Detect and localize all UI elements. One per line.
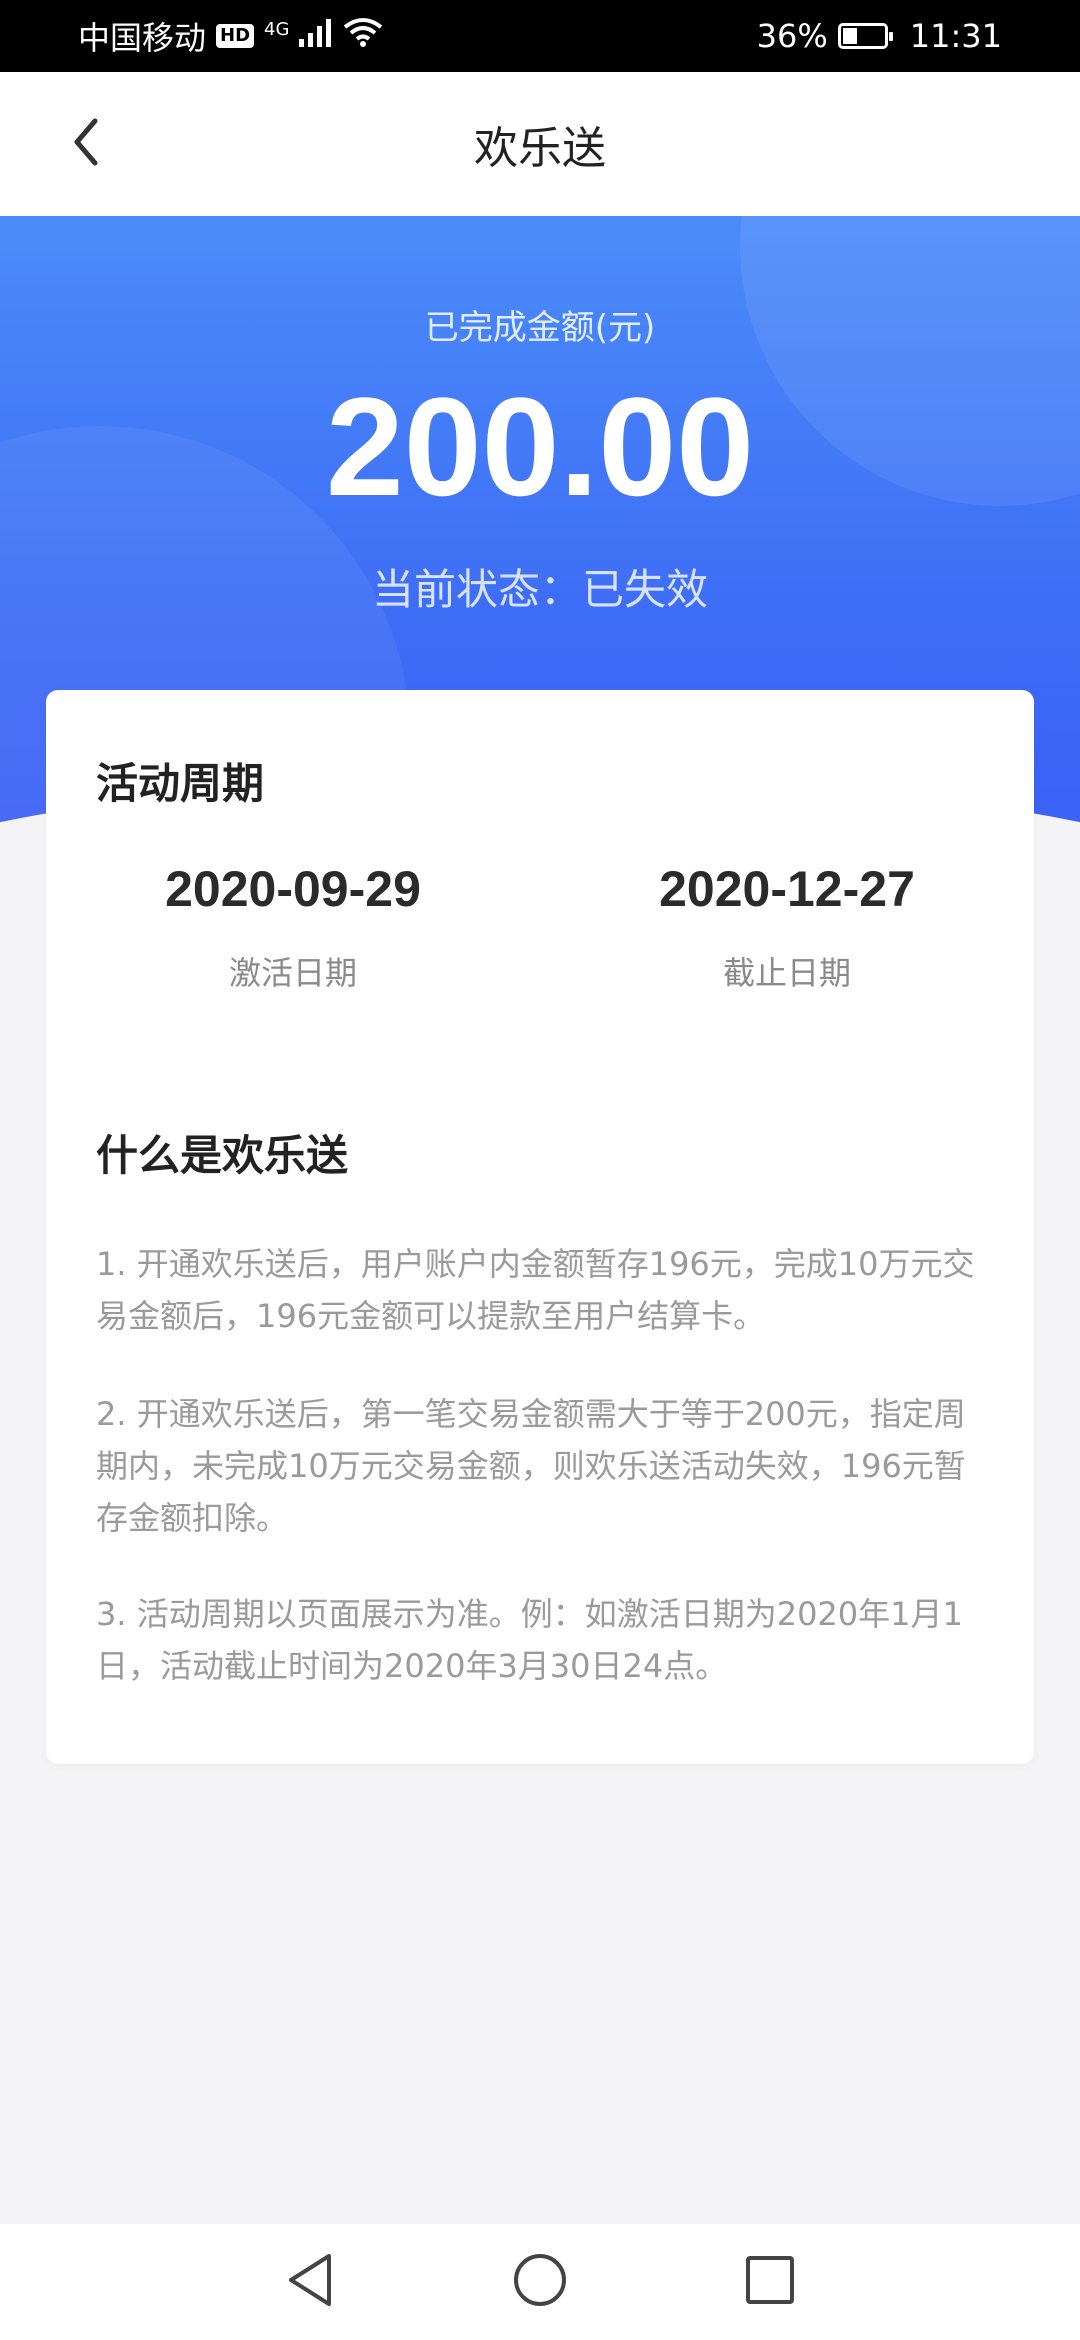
system-nav-bar: [0, 2224, 1080, 2340]
activity-dates: 2020-09-29 激活日期 2020-12-27 截止日期: [46, 860, 1034, 994]
chevron-left-icon: [71, 117, 101, 171]
status-left: 中国移动 HD 4G: [78, 13, 383, 59]
square-recents-icon: [744, 2254, 796, 2310]
activity-period-title: 活动周期: [96, 759, 265, 808]
deadline-date: 2020-12-27: [659, 861, 915, 917]
system-home-button[interactable]: [500, 2242, 580, 2322]
rule-item: 3. 活动周期以页面展示为准。例：如激活日期为2020年1月1日，活动截止时间为…: [96, 1595, 963, 1685]
carrier-label: 中国移动: [78, 19, 207, 57]
nav-bar: 欢乐送: [0, 72, 1080, 216]
system-recents-button[interactable]: [730, 2242, 810, 2322]
system-back-button[interactable]: [270, 2242, 350, 2322]
clock: 11:31: [909, 17, 1002, 55]
battery-percent: 36%: [756, 17, 828, 55]
rule-item: 2. 开通欢乐送后，第一笔交易金额需大于等于200元，指定周期内，未完成10万元…: [96, 1395, 966, 1537]
start-date-block: 2020-09-29 激活日期: [46, 860, 540, 994]
activation-date: 2020-09-29: [165, 861, 421, 917]
current-status: 当前状态：已失效: [371, 565, 708, 614]
end-date-block: 2020-12-27 截止日期: [540, 860, 1034, 994]
completed-amount-label: 已完成金额(元): [424, 308, 656, 348]
circle-home-icon: [512, 2252, 568, 2312]
status-bar: 中国移动 HD 4G 36% 11:31: [0, 0, 1080, 72]
completed-amount: 200.00: [325, 368, 755, 525]
wifi-icon: [343, 17, 383, 55]
battery-icon: [837, 23, 893, 49]
page-title: 欢乐送: [474, 123, 606, 174]
network-type: 4G: [264, 18, 290, 40]
deadline-date-label: 截止日期: [722, 954, 851, 992]
signal-icon: [299, 17, 333, 55]
hd-badge: HD: [216, 24, 255, 48]
triangle-back-icon: [285, 2252, 335, 2312]
activation-date-label: 激活日期: [228, 954, 357, 992]
back-button[interactable]: [48, 106, 124, 182]
rule-item: 1. 开通欢乐送后，用户账户内金额暂存196元，完成10万元交易金额后，196元…: [96, 1245, 975, 1335]
info-card: 活动周期 2020-09-29 激活日期 2020-12-27 截止日期 什么是…: [46, 690, 1034, 1764]
about-title: 什么是欢乐送: [96, 1131, 349, 1180]
status-right: 36% 11:31: [757, 17, 1002, 55]
